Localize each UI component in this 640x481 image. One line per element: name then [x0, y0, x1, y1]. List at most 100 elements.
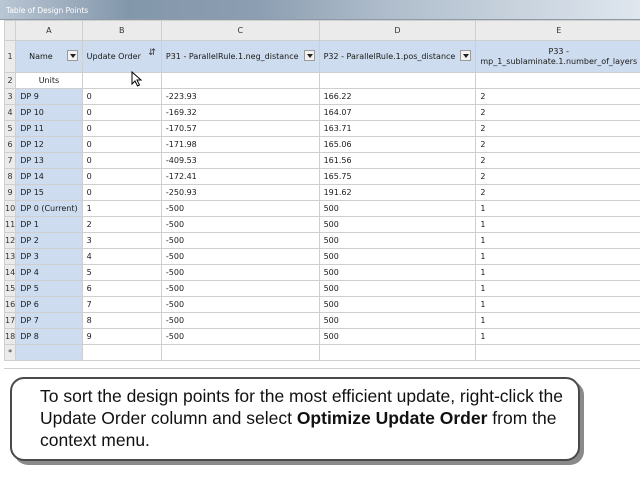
p32-column-header[interactable]: P32 - ParallelRule.1.pos_distance	[319, 41, 476, 73]
p32-filter-dropdown-icon[interactable]	[460, 50, 471, 61]
table-row[interactable]: 12DP 23-5005001	[5, 233, 640, 249]
table-row[interactable]: 11DP 12-5005001	[5, 217, 640, 233]
p31-column-header[interactable]: P31 - ParallelRule.1.neg_distance	[161, 41, 319, 73]
table-row[interactable]: 5DP 110-170.57163.712	[5, 121, 640, 137]
p33-cell[interactable]: 1	[476, 249, 640, 265]
sort-icon[interactable]: ⇵	[148, 49, 156, 58]
table-row[interactable]: 9DP 150-250.93191.622	[5, 185, 640, 201]
column-letter-d[interactable]: D	[319, 21, 476, 41]
name-column-header[interactable]: Name	[16, 41, 82, 73]
name-cell[interactable]: DP 11	[16, 121, 82, 137]
update-order-cell[interactable]: 0	[82, 105, 161, 121]
p32-cell[interactable]: 500	[319, 281, 476, 297]
name-filter-dropdown-icon[interactable]	[67, 50, 78, 61]
name-cell[interactable]: DP 8	[16, 329, 82, 345]
p33-cell[interactable]: 1	[476, 313, 640, 329]
table-row[interactable]: 3DP 90-223.93166.222	[5, 89, 640, 105]
p31-cell[interactable]: -170.57	[161, 121, 319, 137]
p32-cell[interactable]: 191.62	[319, 185, 476, 201]
table-row[interactable]: 6DP 120-171.98165.062	[5, 137, 640, 153]
update-order-cell[interactable]: 0	[82, 121, 161, 137]
p32-cell[interactable]: 500	[319, 297, 476, 313]
p31-cell[interactable]: -500	[161, 265, 319, 281]
units-cell[interactable]	[476, 73, 640, 89]
p32-cell[interactable]: 500	[319, 217, 476, 233]
update-order-cell[interactable]: 0	[82, 137, 161, 153]
p32-cell[interactable]: 500	[319, 249, 476, 265]
table-row[interactable]: 10DP 0 (Current)1-5005001	[5, 201, 640, 217]
update-order-cell[interactable]: 4	[82, 249, 161, 265]
p33-cell[interactable]: 2	[476, 89, 640, 105]
p32-cell[interactable]: 500	[319, 313, 476, 329]
new-row-name-cell[interactable]	[16, 345, 82, 361]
p33-cell[interactable]: 2	[476, 137, 640, 153]
p31-cell[interactable]: -223.93	[161, 89, 319, 105]
table-row[interactable]: 7DP 130-409.53161.562	[5, 153, 640, 169]
column-letter-b[interactable]: B	[82, 21, 161, 41]
p33-cell[interactable]: 1	[476, 297, 640, 313]
update-order-cell[interactable]: 3	[82, 233, 161, 249]
p33-cell[interactable]: 1	[476, 329, 640, 345]
p31-cell[interactable]: -409.53	[161, 153, 319, 169]
p33-cell[interactable]: 1	[476, 265, 640, 281]
update-order-cell[interactable]: 0	[82, 153, 161, 169]
name-cell[interactable]: DP 10	[16, 105, 82, 121]
new-row[interactable]: *	[5, 345, 640, 361]
p31-filter-dropdown-icon[interactable]	[304, 50, 315, 61]
column-letter-e[interactable]: E	[476, 21, 640, 41]
table-row[interactable]: 14DP 45-5005001	[5, 265, 640, 281]
name-cell[interactable]: DP 7	[16, 313, 82, 329]
p32-cell[interactable]: 166.22	[319, 89, 476, 105]
p31-cell[interactable]: -500	[161, 329, 319, 345]
p32-cell[interactable]: 165.06	[319, 137, 476, 153]
name-cell[interactable]: DP 3	[16, 249, 82, 265]
p31-cell[interactable]: -500	[161, 313, 319, 329]
update-order-cell[interactable]: 0	[82, 169, 161, 185]
p32-cell[interactable]: 500	[319, 201, 476, 217]
table-row[interactable]: 15DP 56-5005001	[5, 281, 640, 297]
p32-cell[interactable]: 163.71	[319, 121, 476, 137]
update-order-cell[interactable]: 2	[82, 217, 161, 233]
column-letter-c[interactable]: C	[161, 21, 319, 41]
name-cell[interactable]: DP 13	[16, 153, 82, 169]
design-points-grid[interactable]: A B C D E 1 Name Update Order ⇵ P31 - Pa…	[4, 20, 640, 368]
p33-cell[interactable]: 2	[476, 153, 640, 169]
p33-cell[interactable]: 2	[476, 105, 640, 121]
table-row[interactable]: 4DP 100-169.32164.072	[5, 105, 640, 121]
p33-cell[interactable]: 2	[476, 121, 640, 137]
p33-cell[interactable]: 1	[476, 217, 640, 233]
p32-cell[interactable]: 164.07	[319, 105, 476, 121]
new-row-cell[interactable]	[161, 345, 319, 361]
update-order-cell[interactable]: 7	[82, 297, 161, 313]
p31-cell[interactable]: -250.93	[161, 185, 319, 201]
name-cell[interactable]: DP 0 (Current)	[16, 201, 82, 217]
p33-cell[interactable]: 2	[476, 169, 640, 185]
p31-cell[interactable]: -500	[161, 281, 319, 297]
name-cell[interactable]: DP 5	[16, 281, 82, 297]
update-order-cell[interactable]: 1	[82, 201, 161, 217]
update-order-cell[interactable]: 5	[82, 265, 161, 281]
p33-column-header[interactable]: P33 - mp_1_sublaminate.1.number_of_layer…	[476, 41, 640, 73]
name-cell[interactable]: DP 6	[16, 297, 82, 313]
units-cell[interactable]	[82, 73, 161, 89]
p32-cell[interactable]: 161.56	[319, 153, 476, 169]
name-cell[interactable]: DP 15	[16, 185, 82, 201]
table-row[interactable]: 13DP 34-5005001	[5, 249, 640, 265]
name-cell[interactable]: DP 4	[16, 265, 82, 281]
p33-cell[interactable]: 1	[476, 201, 640, 217]
column-letter-a[interactable]: A	[16, 21, 82, 41]
table-row[interactable]: 18DP 89-5005001	[5, 329, 640, 345]
update-order-column-header[interactable]: Update Order ⇵	[82, 41, 161, 73]
new-row-cell[interactable]	[82, 345, 161, 361]
name-cell[interactable]: DP 14	[16, 169, 82, 185]
name-cell[interactable]: DP 1	[16, 217, 82, 233]
p31-cell[interactable]: -171.98	[161, 137, 319, 153]
new-row-cell[interactable]	[476, 345, 640, 361]
table-row[interactable]: 16DP 67-5005001	[5, 297, 640, 313]
corner-cell[interactable]	[5, 21, 16, 41]
p33-cell[interactable]: 1	[476, 281, 640, 297]
update-order-cell[interactable]: 0	[82, 185, 161, 201]
update-order-cell[interactable]: 9	[82, 329, 161, 345]
update-order-cell[interactable]: 0	[82, 89, 161, 105]
p32-cell[interactable]: 500	[319, 233, 476, 249]
